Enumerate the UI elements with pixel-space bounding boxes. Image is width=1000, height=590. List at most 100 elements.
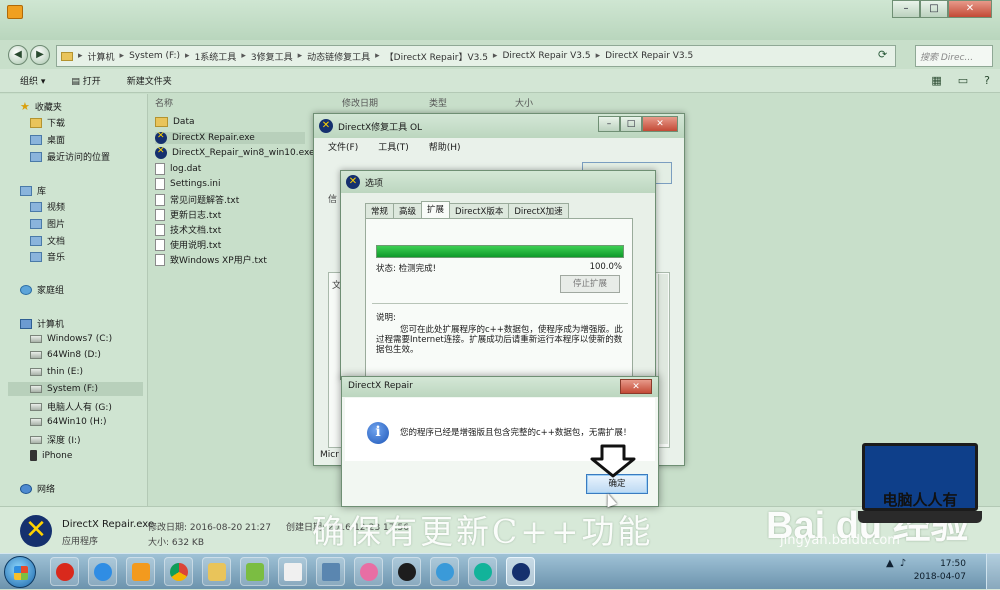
minimize-button[interactable]: – [598, 116, 620, 132]
file-item[interactable]: log.dat [155, 163, 201, 175]
nav-music[interactable]: 音乐 [30, 250, 65, 263]
file-item[interactable]: 技术文档.txt [155, 223, 221, 236]
nav-drive[interactable]: 64Win8 (D:) [30, 350, 101, 360]
organize-button[interactable]: 组织 ▾ [20, 74, 45, 87]
clock[interactable]: 17:50 2018-04-07 [914, 558, 966, 584]
taskbar-app-paint[interactable] [354, 557, 383, 586]
menu-tools[interactable]: 工具(T) [378, 140, 409, 153]
nav-libraries[interactable]: 库 [20, 184, 46, 197]
dx-title: DirectX修复工具 OL [338, 122, 423, 133]
nav-downloads[interactable]: 下载 [30, 116, 65, 129]
taskbar-app-folder[interactable] [240, 557, 269, 586]
nav-drive[interactable]: 深度 (I:) [30, 433, 81, 446]
nav-desktop[interactable]: 桌面 [30, 133, 65, 146]
taskbar-app-ie[interactable] [88, 557, 117, 586]
picture-icon [30, 218, 42, 229]
breadcrumb-item[interactable]: DirectX Repair V3.5 [605, 51, 693, 61]
taskbar-app-music[interactable] [468, 557, 497, 586]
taskbar-app-qq[interactable] [392, 557, 421, 586]
forward-button[interactable]: ▶ [30, 45, 50, 65]
tab-general[interactable]: 常规 [365, 203, 395, 218]
breadcrumb-item[interactable]: DirectX Repair V3.5 [502, 51, 590, 61]
details-modified: 修改日期: 2016-08-20 21:27 [148, 523, 271, 533]
taskbar-app-directx-repair[interactable] [506, 557, 535, 586]
taskbar-app-explorer[interactable] [202, 557, 231, 586]
volume-icon[interactable]: ♪ [900, 558, 906, 569]
close-button[interactable]: ✕ [620, 379, 652, 394]
nav-homegroup[interactable]: 家庭组 [20, 283, 64, 296]
menu-file[interactable]: 文件(F) [328, 140, 358, 153]
breadcrumb-item[interactable]: 1系统工具 [195, 50, 237, 63]
view-options-icon[interactable]: ▦ [931, 74, 941, 87]
close-button[interactable]: ✕ [642, 116, 678, 132]
taskbar-app-chrome[interactable] [164, 557, 193, 586]
nav-videos[interactable]: 视频 [30, 200, 65, 213]
taskbar-app-media[interactable] [126, 557, 155, 586]
nav-iphone[interactable]: iPhone [30, 450, 72, 461]
nav-documents[interactable]: 文档 [30, 234, 65, 247]
column-name[interactable]: 名称 [155, 96, 173, 109]
tray-expand-icon[interactable]: ▲ [886, 558, 894, 569]
document-icon [30, 235, 42, 246]
maximize-button[interactable]: □ [620, 116, 642, 132]
tab-directx-version[interactable]: DirectX版本 [449, 203, 510, 218]
address-bar[interactable]: ▸ 计算机 ▸ System (F:) ▸ 1系统工具 ▸ 3修复工具 ▸ 动态… [56, 45, 896, 67]
taskbar-app-cloud[interactable] [430, 557, 459, 586]
nav-network[interactable]: 网络 [20, 482, 55, 495]
dx-scrollbar[interactable] [658, 274, 668, 444]
stop-extension-button[interactable]: 停止扩展 [560, 275, 620, 293]
nav-recent[interactable]: 最近访问的位置 [30, 150, 110, 163]
tab-directx-acceleration[interactable]: DirectX加速 [508, 203, 569, 218]
show-desktop-button[interactable] [986, 554, 1000, 590]
taskbar-app-network[interactable] [316, 557, 345, 586]
file-item[interactable]: 更新日志.txt [155, 208, 221, 221]
breadcrumb-item[interactable]: System (F:) [129, 51, 180, 61]
nav-drive-selected[interactable]: System (F:) [8, 382, 143, 396]
homegroup-icon [20, 284, 32, 295]
file-item[interactable]: Data [155, 117, 195, 127]
taskbar-app-jiangmin[interactable] [50, 557, 79, 586]
nav-computer[interactable]: 计算机 [20, 317, 64, 330]
close-button[interactable]: ✕ [948, 0, 992, 18]
file-item-selected[interactable]: DirectX Repair.exe [155, 131, 305, 144]
file-item[interactable]: Settings.ini [155, 178, 220, 190]
nav-drive[interactable]: thin (E:) [30, 367, 83, 377]
menu-help[interactable]: 帮助(H) [429, 140, 461, 153]
toolbar: 组织 ▾ ▤ 打开 新建文件夹 [0, 69, 1000, 93]
maximize-button[interactable]: □ [920, 0, 948, 18]
breadcrumb-item[interactable]: 3修复工具 [251, 50, 293, 63]
refresh-icon[interactable]: ⟳ [878, 48, 887, 61]
search-input[interactable]: 搜索 Direc... [915, 45, 993, 67]
column-type[interactable]: 类型 [429, 96, 447, 109]
open-button[interactable]: ▤ 打开 [71, 74, 100, 87]
folder-icon [155, 117, 168, 127]
recent-places-icon [30, 151, 42, 162]
minimize-button[interactable]: – [892, 0, 920, 18]
preview-pane-icon[interactable]: ▭ [958, 74, 968, 87]
details-type: 应用程序 [62, 537, 99, 547]
drive-icon [30, 368, 42, 376]
tab-advanced[interactable]: 高级 [393, 203, 423, 218]
file-item[interactable]: 常见问题解答.txt [155, 193, 239, 206]
file-item[interactable]: DirectX_Repair_win8_win10.exe [155, 146, 315, 159]
new-folder-button[interactable]: 新建文件夹 [127, 74, 172, 87]
file-item[interactable]: 使用说明.txt [155, 238, 221, 251]
text-file-icon [155, 208, 165, 221]
nav-pictures[interactable]: 图片 [30, 217, 65, 230]
file-item[interactable]: 致Windows XP用户.txt [155, 253, 267, 266]
taskbar-app-document[interactable] [278, 557, 307, 586]
column-size[interactable]: 大小 [515, 96, 533, 109]
breadcrumb-item[interactable]: 计算机 [88, 50, 115, 63]
start-button[interactable] [4, 556, 36, 588]
breadcrumb-item[interactable]: 【DirectX Repair】V3.5 [385, 50, 488, 63]
nav-drive[interactable]: 64Win10 (H:) [30, 417, 107, 427]
system-tray: ▲ ♪ [886, 558, 906, 569]
nav-drive[interactable]: 电脑人人有 (G:) [30, 400, 112, 413]
column-modified[interactable]: 修改日期 [342, 96, 378, 109]
tab-extension[interactable]: 扩展 [421, 201, 451, 218]
nav-drive[interactable]: Windows7 (C:) [30, 334, 112, 344]
back-button[interactable]: ◀ [8, 45, 28, 65]
help-icon[interactable]: ? [984, 74, 990, 87]
breadcrumb-item[interactable]: 动态链修复工具 [307, 50, 370, 63]
nav-favorites[interactable]: ★ 收藏夹 [20, 100, 62, 113]
